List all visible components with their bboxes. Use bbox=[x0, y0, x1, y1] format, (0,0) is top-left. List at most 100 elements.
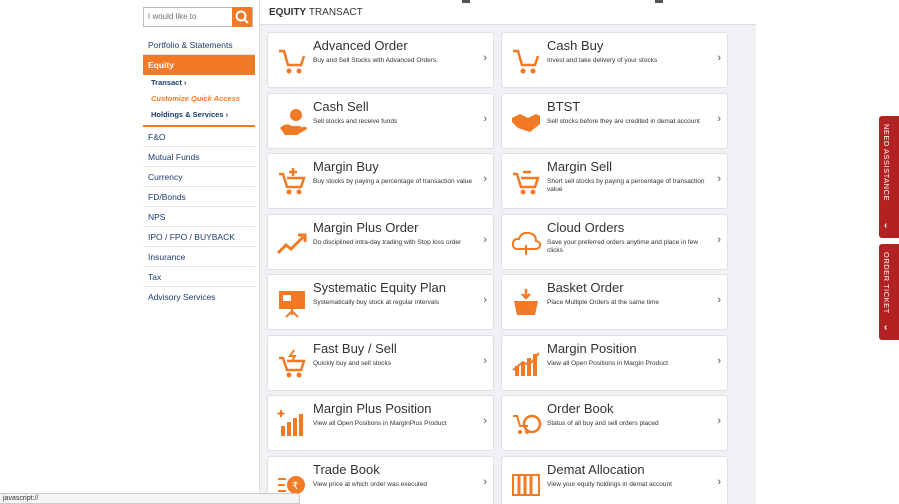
title-bold: EQUITY bbox=[269, 7, 307, 18]
equity-submenu: Transact › Customize Quick Access Holdin… bbox=[143, 75, 255, 127]
card-description: Save your preferred orders anytime and p… bbox=[547, 238, 699, 254]
transact-card[interactable]: Margin Buy Buy stocks by paying a percent… bbox=[267, 153, 494, 209]
search-button[interactable] bbox=[232, 7, 252, 27]
card-description: Buy stocks by paying a percentage of tra… bbox=[313, 178, 472, 185]
card-description: View your equity holdings in demat accou… bbox=[547, 480, 672, 488]
hand-coin-icon bbox=[280, 108, 307, 135]
card-title: Order Book bbox=[547, 401, 614, 416]
trend-up-icon bbox=[276, 233, 307, 254]
card-description: View all Open Positions in Margin Produc… bbox=[547, 359, 668, 367]
top-edge bbox=[0, 0, 899, 4]
chevron-left-icon: ‹ bbox=[884, 220, 888, 231]
submenu-customize[interactable]: Customize Quick Access bbox=[143, 91, 255, 107]
transact-card[interactable]: ₹ Trade Book View price at which order was… bbox=[267, 455, 494, 504]
demat-icon bbox=[512, 473, 540, 496]
transact-card[interactable]: Margin Plus Order Do disciplined intra-da… bbox=[267, 213, 494, 270]
sidebar-item-mutual-funds[interactable]: Mutual Funds bbox=[143, 147, 255, 167]
need-assistance-tab[interactable]: NEED ASSISTANCE ‹ bbox=[879, 116, 899, 238]
bar-chart-plus-icon bbox=[277, 410, 303, 436]
submenu-holdings[interactable]: Holdings & Services › bbox=[143, 107, 255, 123]
transact-card[interactable]: Fast Buy / Sell Quickly buy and sell stoc… bbox=[267, 334, 494, 391]
chevron-right-icon: › bbox=[717, 475, 721, 488]
transact-card[interactable]: Demat Allocation View your equity holding… bbox=[501, 455, 728, 504]
transact-card[interactable]: BTST Sell stocks before they are credited… bbox=[501, 92, 728, 149]
card-title: Cash Buy bbox=[547, 38, 604, 53]
cart-plus-icon bbox=[279, 168, 306, 195]
card-description: Systematically buy stock at regular inte… bbox=[313, 299, 440, 306]
chevron-right-icon: › bbox=[717, 52, 721, 64]
card-title: Demat Allocation bbox=[547, 461, 645, 477]
chevron-right-icon: › bbox=[483, 475, 487, 488]
chevron-right-icon: › bbox=[483, 415, 487, 427]
transact-card[interactable]: Order Book Status of all buy and sell ord… bbox=[501, 395, 728, 451]
card-description: Place Multiple Orders at the same time bbox=[547, 299, 659, 306]
card-title: Basket Order bbox=[547, 280, 624, 295]
chevron-right-icon: › bbox=[717, 294, 721, 306]
transact-card[interactable]: Margin Sell Short sell stocks by paying a… bbox=[501, 153, 728, 209]
transact-card[interactable]: Cash Sell Sell stocks and receive funds › bbox=[267, 92, 494, 149]
search-box bbox=[143, 7, 253, 27]
toolbar-icon bbox=[462, 0, 470, 3]
need-assistance-label: NEED ASSISTANCE bbox=[882, 124, 891, 201]
chevron-right-icon: › bbox=[483, 233, 487, 246]
bar-chart-icon bbox=[512, 351, 540, 376]
card-description: Invest and take delivery of your stocks bbox=[547, 57, 658, 64]
card-description: Short sell stocks by paying a percentage… bbox=[547, 178, 705, 193]
chevron-right-icon: › bbox=[717, 112, 721, 125]
transact-card[interactable]: Margin Position View all Open Positions i… bbox=[501, 334, 728, 391]
transact-card[interactable]: Margin Plus Position View all Open Positi… bbox=[267, 395, 494, 451]
transact-card[interactable]: Systematic Equity Plan Systematically buy… bbox=[267, 274, 494, 330]
search-icon bbox=[235, 10, 249, 24]
transact-card[interactable]: Cash Buy Invest and take delivery of your… bbox=[501, 32, 728, 88]
chevron-right-icon: › bbox=[717, 173, 721, 185]
card-description: Sell stocks before they are credited in … bbox=[547, 117, 700, 125]
sidebar-item-portfolio[interactable]: Portfolio & Statements bbox=[143, 35, 255, 55]
cart-minus-icon bbox=[513, 170, 540, 195]
card-title: Cash Sell bbox=[313, 98, 369, 114]
card-title: Margin Plus Position bbox=[313, 401, 432, 416]
sidebar-item-fd-bonds[interactable]: FD/Bonds bbox=[143, 187, 255, 207]
sidebar-item-currency[interactable]: Currency bbox=[143, 167, 255, 187]
page-title: EQUITY TRANSACT bbox=[269, 7, 363, 18]
chevron-right-icon: › bbox=[717, 233, 721, 246]
chevron-right-icon: › bbox=[483, 112, 487, 125]
card-description: View price at which order was executed bbox=[313, 480, 428, 488]
card-title: BTST bbox=[547, 98, 581, 114]
chevron-right-icon: › bbox=[483, 52, 487, 64]
order-ticket-label: ORDER TICKET bbox=[882, 252, 891, 314]
order-ticket-tab[interactable]: ORDER TICKET ‹ bbox=[879, 244, 899, 340]
handshake-icon bbox=[512, 113, 540, 132]
cart-icon bbox=[279, 49, 306, 74]
sidebar-item-equity[interactable]: Equity bbox=[143, 55, 255, 75]
transact-card[interactable]: Cloud Orders Save your preferred orders a… bbox=[501, 213, 728, 270]
chevron-right-icon: › bbox=[483, 173, 487, 185]
transact-card[interactable]: Basket Order Place Multiple Orders at the… bbox=[501, 274, 728, 330]
sidebar-item-insurance[interactable]: Insurance bbox=[143, 247, 255, 267]
presentation-icon bbox=[279, 291, 305, 318]
card-title: Trade Book bbox=[313, 461, 380, 477]
card-description: Buy and Sell Stocks with Advanced Orders… bbox=[313, 57, 439, 64]
sidebar-item-ipo[interactable]: IPO / FPO / BUYBACK bbox=[143, 227, 255, 247]
card-title: Margin Plus Order bbox=[313, 219, 419, 235]
chevron-left-icon: ‹ bbox=[884, 322, 888, 333]
sidebar-item-advisory[interactable]: Advisory Services bbox=[143, 287, 255, 307]
chevron-right-icon: › bbox=[483, 354, 487, 367]
transact-card[interactable]: Advanced Order Buy and Sell Stocks with A… bbox=[267, 32, 494, 88]
card-title: Fast Buy / Sell bbox=[313, 340, 397, 356]
toolbar-icon bbox=[655, 0, 663, 3]
card-title: Margin Buy bbox=[313, 159, 379, 174]
chevron-right-icon: › bbox=[717, 354, 721, 367]
card-description: Sell stocks and receive funds bbox=[313, 117, 398, 125]
sidebar-nav: Portfolio & Statements Equity Transact ›… bbox=[143, 35, 255, 307]
submenu-transact[interactable]: Transact › bbox=[143, 75, 255, 91]
cart-icon bbox=[513, 49, 540, 74]
sidebar-item-tax[interactable]: Tax bbox=[143, 267, 255, 287]
status-bar: javascript:// bbox=[0, 493, 300, 504]
sidebar-item-nps[interactable]: NPS bbox=[143, 207, 255, 227]
svg-text:₹: ₹ bbox=[292, 481, 298, 492]
card-title: Margin Position bbox=[547, 340, 637, 356]
sidebar-item-fno[interactable]: F&O bbox=[143, 127, 255, 147]
search-input[interactable] bbox=[148, 12, 228, 21]
order-book-icon bbox=[513, 414, 542, 434]
fast-cart-icon bbox=[279, 348, 306, 377]
